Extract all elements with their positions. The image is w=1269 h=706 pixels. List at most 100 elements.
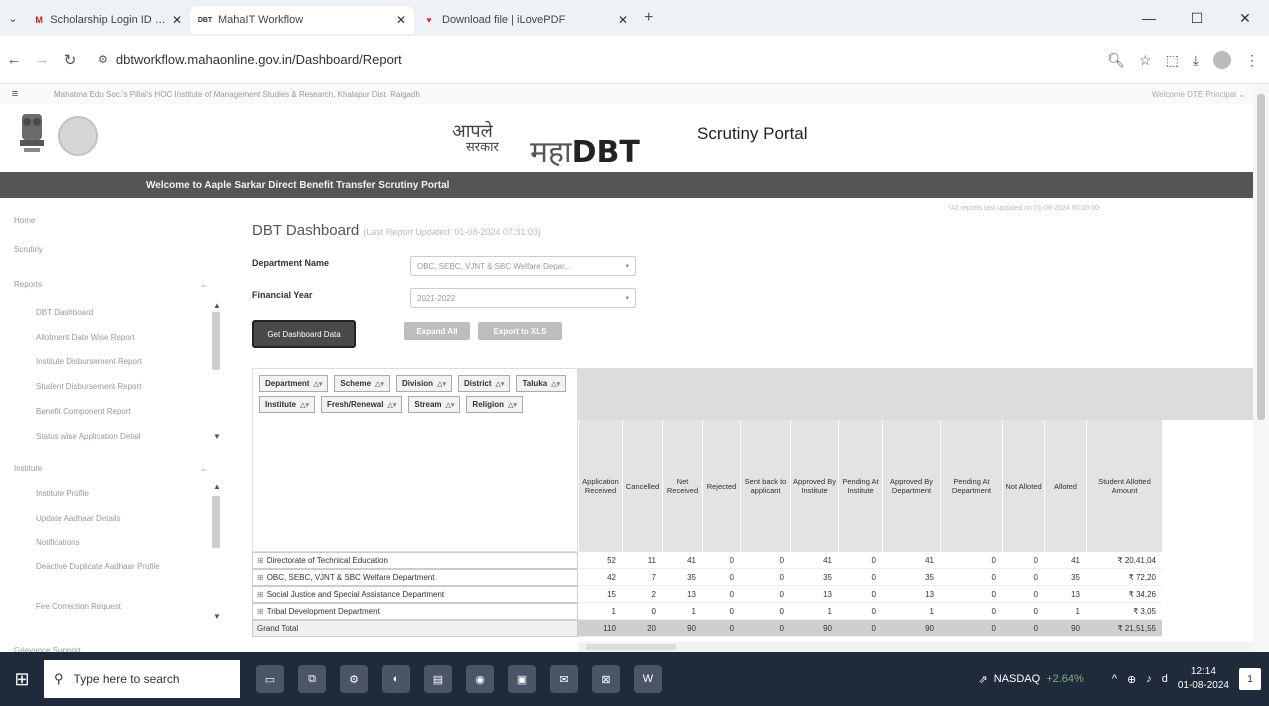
pivot-field-chip[interactable]: Institute △▾ [259, 396, 316, 413]
scroll-up-icon[interactable]: ▲ [213, 301, 221, 310]
sort-filter-icon[interactable]: △▾ [446, 401, 455, 409]
menu-kebab-icon[interactable]: ⋮ [1245, 52, 1259, 69]
reports-scrollbar[interactable] [212, 312, 220, 370]
sidebar-subitem-institute-profile[interactable]: Institute Profile [36, 489, 89, 498]
pivot-field-chip[interactable]: Scheme △▾ [334, 375, 390, 392]
scanner-app-icon[interactable]: ▭ [256, 665, 284, 693]
export-xls-button[interactable]: Export to XLS [478, 322, 562, 340]
sidebar-item-home[interactable]: Home [14, 216, 35, 225]
sidebar-subitem-deactive-aadhaar[interactable]: Deactive Duplicate Aadhaar Profile [36, 562, 186, 572]
sidebar-item-reports[interactable]: Reports [14, 280, 42, 289]
task-view-icon[interactable]: ⧉ [298, 665, 326, 693]
close-tab-icon[interactable]: ✕ [612, 13, 628, 27]
language-icon[interactable]: d [1162, 673, 1168, 685]
word-app-icon[interactable]: W [634, 665, 662, 693]
profile-avatar[interactable] [1213, 51, 1231, 69]
extensions-icon[interactable]: ⬚ [1166, 52, 1179, 69]
sort-filter-icon[interactable]: △▾ [313, 380, 322, 388]
back-icon[interactable]: ← [0, 51, 28, 68]
windows-start-icon[interactable]: ⊞ [0, 669, 44, 690]
expand-plus-icon[interactable]: ⊞ [257, 590, 264, 599]
forward-icon[interactable]: → [28, 51, 56, 68]
hamburger-menu-icon[interactable]: ≡ [4, 88, 26, 100]
download-icon[interactable]: ⤓ [1193, 52, 1199, 69]
sidebar-subitem-status-wise[interactable]: Status wise Application Detail [36, 432, 141, 441]
chevron-up-icon[interactable]: ^ [1112, 673, 1117, 685]
row-label[interactable]: ⊞ Tribal Development Department [252, 603, 578, 620]
expand-plus-icon[interactable]: ⊞ [257, 556, 264, 565]
sidebar-subitem-student-disbursement[interactable]: Student Disbursement Report [36, 382, 141, 391]
pivot-field-chip[interactable]: Stream △▾ [408, 396, 461, 413]
browser-tab-ilovepdf[interactable]: ♥ Download file | iLovePDF ✕ [414, 6, 636, 34]
maharashtra-seal-icon [58, 116, 98, 156]
sort-filter-icon[interactable]: △▾ [300, 401, 309, 409]
scroll-down-icon[interactable]: ▼ [213, 612, 221, 621]
get-dashboard-data-button[interactable]: Get Dashboard Data [252, 320, 356, 348]
page-scrollbar[interactable] [1253, 84, 1269, 652]
pivot-field-chip[interactable]: District △▾ [457, 375, 511, 392]
sort-filter-icon[interactable]: △▾ [551, 380, 560, 388]
scroll-down-icon[interactable]: ▼ [213, 432, 221, 441]
sidebar-subitem-benefit-component[interactable]: Benefit Component Report [36, 407, 131, 416]
sidebar-subitem-fee-correction[interactable]: Fee Correction Request [36, 602, 121, 611]
sidebar-subitem-institute-disbursement[interactable]: Institute Disbursement Report [36, 357, 142, 366]
reload-icon[interactable]: ↻ [56, 51, 84, 69]
expand-all-button[interactable]: Expand All [404, 322, 470, 340]
expand-plus-icon[interactable]: ⊞ [257, 573, 264, 582]
row-label[interactable]: ⊞ Social Justice and Special Assistance D… [252, 586, 578, 603]
pivot-field-chip[interactable]: Religion △▾ [466, 396, 523, 413]
new-tab-button[interactable]: + [644, 9, 653, 27]
sort-filter-icon[interactable]: △▾ [496, 380, 505, 388]
excel-app-icon[interactable]: ⊠ [592, 665, 620, 693]
browser-tab-scholarship[interactable]: M Scholarship Login ID and Passw ✕ [26, 6, 190, 34]
zoom-icon[interactable]: 🔍︎ [1107, 52, 1125, 69]
file-explorer-icon[interactable]: ▤ [424, 665, 452, 693]
pivot-field-chip[interactable]: Fresh/Renewal △▾ [321, 396, 403, 413]
taskbar-search-input[interactable]: ⚲ Type here to search [44, 660, 240, 698]
scrollbar-thumb[interactable] [1257, 94, 1265, 420]
edge-browser-icon[interactable]: ◐ [382, 665, 410, 693]
address-bar[interactable]: ⚙ dbtworkflow.mahaonline.gov.in/Dashboar… [88, 45, 412, 75]
scrollbar-thumb[interactable] [586, 644, 676, 650]
settings-app-icon[interactable]: ⚙ [340, 665, 368, 693]
pivot-field-chip[interactable]: Division △▾ [395, 375, 452, 392]
sort-filter-icon[interactable]: △▾ [387, 401, 396, 409]
site-info-icon[interactable]: ⚙ [98, 53, 108, 66]
sort-filter-icon[interactable]: △▾ [375, 380, 384, 388]
sort-filter-icon[interactable]: △▾ [508, 401, 517, 409]
stock-ticker[interactable]: ⇗ NASDAQ +2.64% [979, 673, 1084, 686]
sort-filter-icon[interactable]: △▾ [437, 380, 446, 388]
clock[interactable]: 12:14 01-08-2024 [1178, 665, 1229, 693]
sidebar-subitem-dbt-dashboard[interactable]: DBT Dashboard [36, 308, 93, 317]
pivot-field-chip[interactable]: Taluka △▾ [516, 375, 567, 392]
chrome-browser-icon[interactable]: ◉ [466, 665, 494, 693]
store-app-icon[interactable]: ▣ [508, 665, 536, 693]
notification-icon[interactable]: 1 [1239, 668, 1261, 690]
expand-plus-icon[interactable]: ⊞ [257, 607, 264, 616]
horizontal-scrollbar[interactable] [578, 642, 1262, 652]
browser-tab-mahait[interactable]: DBT MahaIT Workflow ✕ [190, 6, 414, 34]
sidebar-subitem-update-aadhaar[interactable]: Update Aadhaar Details [36, 514, 121, 523]
department-select[interactable]: OBC, SEBC, VJNT & SBC Welfare Depar... ▾ [410, 256, 636, 276]
financial-year-select[interactable]: 2021-2022 ▾ [410, 288, 636, 308]
tab-list-button[interactable]: ⌄ [0, 12, 26, 25]
sidebar-item-scrutiny[interactable]: Scrutiny [14, 245, 43, 254]
minimize-icon[interactable]: — [1125, 10, 1173, 26]
sidebar-item-institute[interactable]: Institute [14, 464, 42, 473]
close-tab-icon[interactable]: ✕ [166, 13, 182, 27]
bookmark-star-icon[interactable]: ☆ [1139, 52, 1152, 69]
network-icon[interactable]: ⊕ [1127, 673, 1136, 686]
user-menu[interactable]: Welcome DTE Principal ⌄ [1152, 90, 1245, 99]
row-label[interactable]: ⊞ OBC, SEBC, VJNT & SBC Welfare Departmen… [252, 569, 578, 586]
sidebar-subitem-allotment-report[interactable]: Allotment Date Wise Report [36, 333, 135, 342]
pivot-field-chip[interactable]: Department △▾ [259, 375, 329, 392]
row-label[interactable]: ⊞ Directorate of Technical Education [252, 552, 578, 569]
restore-icon[interactable]: ☐ [1173, 10, 1221, 27]
sidebar-subitem-notifications[interactable]: Notifications [36, 538, 80, 547]
institute-scrollbar[interactable] [212, 496, 220, 548]
scroll-up-icon[interactable]: ▲ [213, 482, 221, 491]
close-window-icon[interactable]: ✕ [1221, 10, 1269, 27]
mail-app-icon[interactable]: ✉ [550, 665, 578, 693]
close-tab-icon[interactable]: ✕ [390, 13, 406, 27]
speaker-icon[interactable]: ♪ [1146, 673, 1152, 685]
